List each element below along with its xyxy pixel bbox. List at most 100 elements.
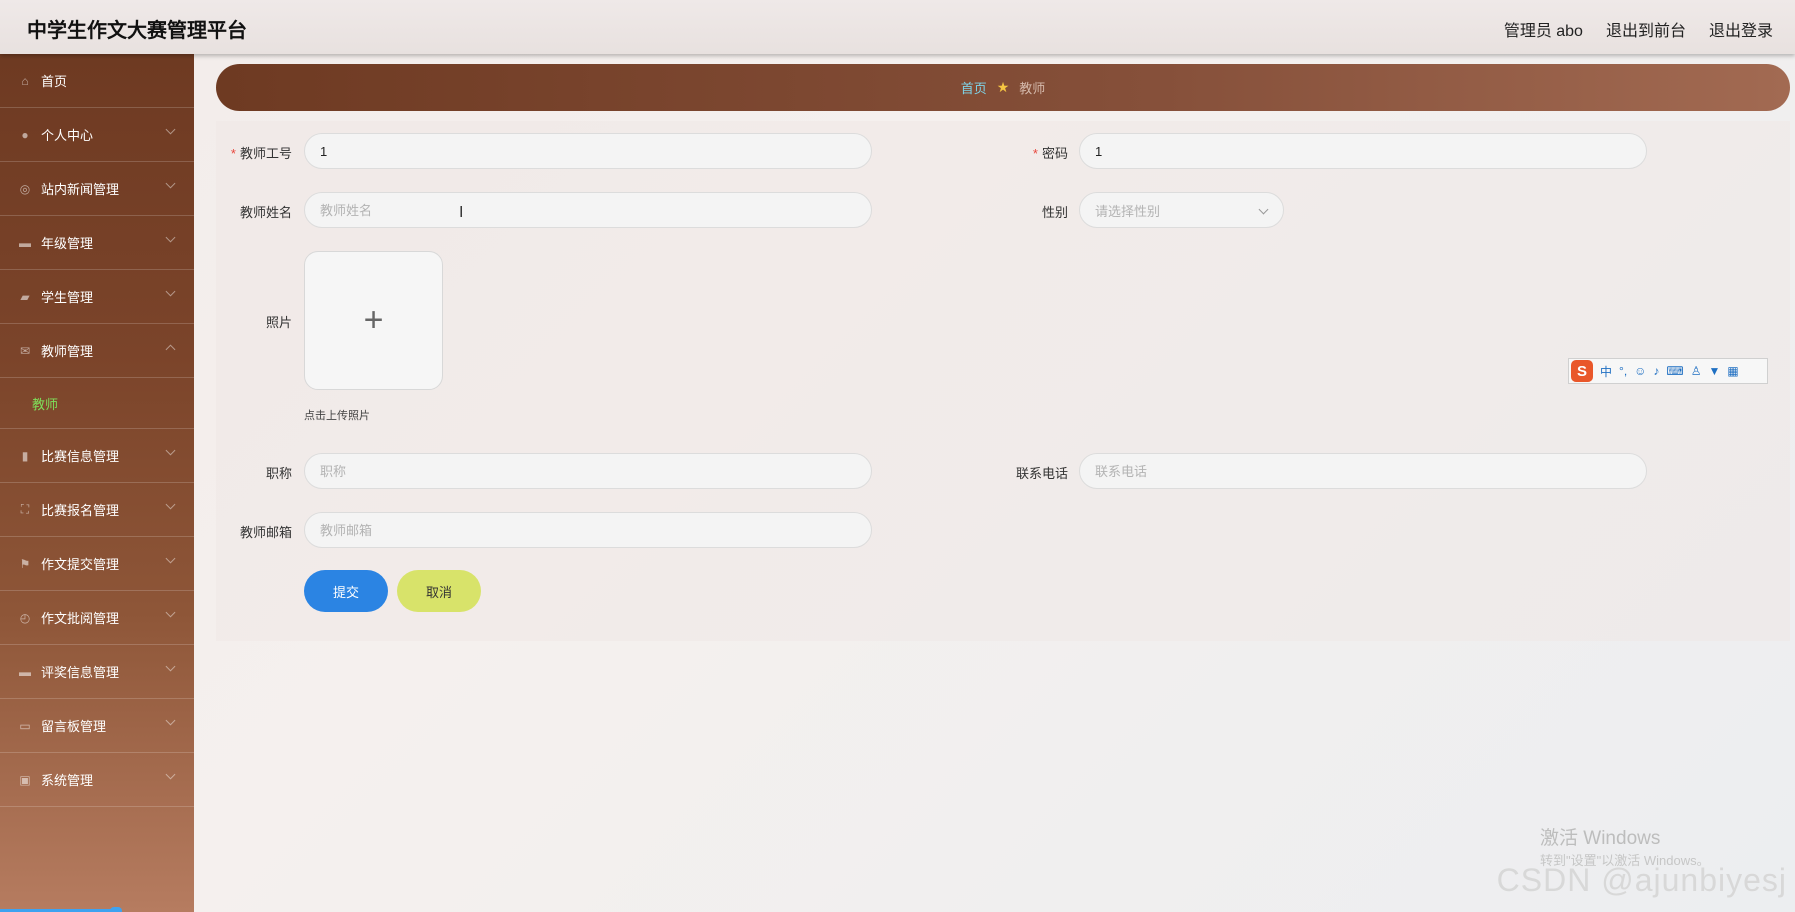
teacher-name-label: 教师姓名 xyxy=(239,205,292,220)
sidebar-item-essay-submit[interactable]: ⚑ 作文提交管理 xyxy=(0,537,194,591)
admin-label: 管理员 abo xyxy=(1503,23,1583,40)
breadcrumb-home[interactable]: 首页 xyxy=(961,78,987,97)
chevron-down-icon xyxy=(1258,204,1269,215)
chevron-down-icon xyxy=(165,769,176,780)
mail-icon: ✉ xyxy=(19,343,31,358)
sidebar-item-system[interactable]: ▣ 系统管理 xyxy=(0,753,194,807)
monitor-icon: ▣ xyxy=(19,772,31,787)
sidebar-item-label: 作文提交管理 xyxy=(41,557,120,572)
chevron-down-icon xyxy=(165,445,176,456)
to-front-link[interactable]: 退出到前台 xyxy=(1606,17,1686,41)
text-cursor-icon: I xyxy=(459,204,464,221)
flag-icon: ⚑ xyxy=(19,556,31,571)
cancel-button[interactable]: 取消 xyxy=(397,570,481,612)
apps-icon[interactable]: ▦ xyxy=(1727,364,1738,378)
sidebar-item-label: 首页 xyxy=(41,74,68,89)
ime-toolbar: S 中 °, ☺ ♪ ⌨ ♙ ▼ ▦ xyxy=(1568,358,1768,384)
chevron-down-icon xyxy=(165,124,176,135)
photo-upload-tip: 点击上传照片 xyxy=(304,410,370,422)
app-title: 中学生作文大赛管理平台 xyxy=(27,20,247,42)
comment-icon: ▬ xyxy=(19,664,31,679)
title-label: 职称 xyxy=(265,466,292,481)
chevron-down-icon xyxy=(165,607,176,618)
phone-input[interactable] xyxy=(1079,453,1647,489)
compass-icon: ◴ xyxy=(19,610,31,625)
sidebar-item-teacher[interactable]: ✉ 教师管理 xyxy=(0,324,194,378)
email-input[interactable] xyxy=(304,512,872,548)
breadcrumb-current: 教师 xyxy=(1019,81,1046,96)
required-mark: * xyxy=(230,146,236,161)
user-icon[interactable]: ♙ xyxy=(1691,364,1702,378)
chevron-down-icon xyxy=(165,232,176,243)
gender-select-placeholder: 请选择性别 xyxy=(1095,203,1161,219)
chevron-down-icon xyxy=(165,661,176,672)
sidebar-item-contest-info[interactable]: ▮ 比赛信息管理 xyxy=(0,429,194,483)
sidebar-item-essay-review[interactable]: ◴ 作文批阅管理 xyxy=(0,591,194,645)
sidebar-item-label: 学生管理 xyxy=(41,290,94,305)
gender-select[interactable]: 请选择性别 xyxy=(1079,192,1284,228)
sidebar-item-award[interactable]: ▬ 评奖信息管理 xyxy=(0,645,194,699)
sidebar-item-label: 比赛报名管理 xyxy=(41,503,120,518)
sidebar-item-profile[interactable]: ● 个人中心 xyxy=(0,108,194,162)
chevron-down-icon xyxy=(165,286,176,297)
password-input[interactable] xyxy=(1079,133,1647,169)
header-actions: 管理员 abo 退出到前台 退出登录 xyxy=(1504,17,1773,41)
skin-icon[interactable]: ▼ xyxy=(1709,364,1721,378)
sidebar-item-label: 比赛信息管理 xyxy=(41,449,120,464)
submit-button[interactable]: 提交 xyxy=(304,570,388,612)
sidebar-item-label: 站内新闻管理 xyxy=(41,182,120,197)
csdn-watermark: CSDN @ajunbiyesj xyxy=(1496,862,1787,898)
sidebar-item-student[interactable]: ▰ 学生管理 xyxy=(0,270,194,324)
sidebar-item-home[interactable]: ⌂ 首页 xyxy=(0,54,194,108)
sidebar-scroll-handle[interactable] xyxy=(110,907,122,912)
briefcase-icon: ▬ xyxy=(19,235,31,250)
emoji-icon[interactable]: ☺ xyxy=(1634,364,1646,378)
sidebar-item-contest-signup[interactable]: ⛶ 比赛报名管理 xyxy=(0,483,194,537)
chevron-up-icon xyxy=(165,344,176,355)
chevron-down-icon xyxy=(165,715,176,726)
breadcrumb: 首页 ★ 教师 xyxy=(216,64,1790,111)
logout-link[interactable]: 退出登录 xyxy=(1709,17,1773,41)
chart-icon: ▮ xyxy=(21,448,29,463)
photo-upload[interactable]: + xyxy=(304,251,443,390)
ime-mode-toggle[interactable]: 中 xyxy=(1600,363,1612,380)
microphone-icon[interactable]: ♪ xyxy=(1653,364,1659,378)
sidebar-item-label: 教师管理 xyxy=(41,344,94,359)
teacher-no-input[interactable] xyxy=(304,133,872,169)
teacher-name-input[interactable] xyxy=(304,192,872,228)
gender-label: 性别 xyxy=(1041,205,1068,220)
chevron-down-icon xyxy=(165,553,176,564)
chevron-down-icon xyxy=(165,499,176,510)
home-icon: ⌂ xyxy=(21,73,29,88)
message-icon: ▭ xyxy=(19,718,31,733)
password-label: * 密码 xyxy=(1032,146,1068,161)
chevron-down-icon xyxy=(165,178,176,189)
title-input[interactable] xyxy=(304,453,872,489)
student-icon: ▰ xyxy=(20,289,30,304)
sidebar-item-label: 留言板管理 xyxy=(41,719,107,734)
photo-label: 照片 xyxy=(265,315,292,330)
sidebar-item-label: 系统管理 xyxy=(41,773,94,788)
star-icon: ★ xyxy=(996,79,1010,95)
punctuation-icon[interactable]: °, xyxy=(1619,364,1627,378)
sidebar-item-label: 年级管理 xyxy=(41,236,94,251)
sidebar-item-message[interactable]: ▭ 留言板管理 xyxy=(0,699,194,753)
required-mark: * xyxy=(1032,146,1038,161)
sidebar-subitem-teacher[interactable]: 教师 xyxy=(0,378,194,429)
email-label: 教师邮箱 xyxy=(239,525,292,540)
sidebar-item-label: 评奖信息管理 xyxy=(41,665,120,680)
sidebar-item-label: 个人中心 xyxy=(41,128,94,143)
top-header: 中学生作文大赛管理平台 管理员 abo 退出到前台 退出登录 xyxy=(0,0,1795,54)
ime-logo-icon[interactable]: S xyxy=(1571,360,1593,382)
globe-icon: ◎ xyxy=(19,181,31,196)
plus-icon: + xyxy=(363,301,384,339)
frame-icon: ⛶ xyxy=(20,502,30,516)
keyboard-icon[interactable]: ⌨ xyxy=(1666,364,1683,378)
sidebar-item-grade[interactable]: ▬ 年级管理 xyxy=(0,216,194,270)
phone-label: 联系电话 xyxy=(1015,466,1068,481)
user-icon: ● xyxy=(21,127,29,142)
windows-activation-title: 激活 Windows xyxy=(1540,828,1661,849)
sidebar-item-news[interactable]: ◎ 站内新闻管理 xyxy=(0,162,194,216)
sidebar: ⌂ 首页 ● 个人中心 ◎ 站内新闻管理 ▬ 年级管理 ▰ 学生管理 ✉ 教师管… xyxy=(0,54,194,912)
teacher-no-label: * 教师工号 xyxy=(230,146,292,161)
